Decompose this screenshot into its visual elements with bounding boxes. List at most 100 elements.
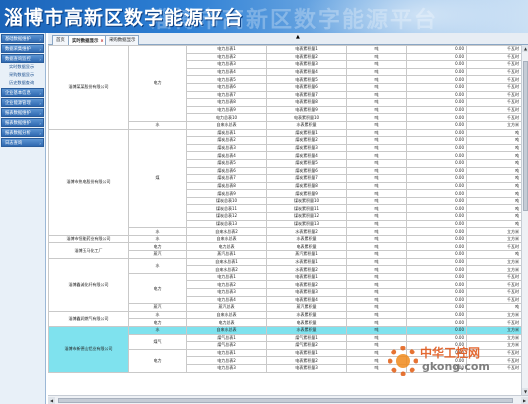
value-cell: 0.00 <box>406 158 467 168</box>
unit-cell: 吨 <box>466 212 521 221</box>
value-cell: 0.00 <box>406 67 467 77</box>
tab-home[interactable]: 首页 <box>52 35 69 45</box>
sidebar-item[interactable]: 企业能源管理 › <box>1 98 44 107</box>
unit-cell: 千瓦时 <box>466 318 521 327</box>
meter-item-cell: 煤炭累积量3 <box>266 143 347 153</box>
chevron-right-icon: › <box>39 37 41 42</box>
value-cell: 0.00 <box>406 136 467 145</box>
value-cell: 0.00 <box>406 265 467 274</box>
measure-unit-cell: 吨 <box>346 128 407 138</box>
sidebar-item[interactable]: 报表数据分析 › <box>1 128 44 137</box>
meter-name-cell: 煤炭总表12 <box>186 212 267 221</box>
chevron-right-icon: › <box>39 91 41 96</box>
meter-item-cell: 电表累积量2 <box>266 280 347 289</box>
unit-cell: 立方米 <box>466 120 521 130</box>
meter-item-cell: 电表累积量9 <box>266 105 347 115</box>
measure-unit-cell: 吨 <box>346 60 407 69</box>
measure-unit-cell: 吨 <box>346 181 407 191</box>
measure-unit-cell: 吨 <box>346 113 407 122</box>
meter-item-cell: 水表累积量 <box>266 120 347 130</box>
meter-item-cell: 电表累积量3 <box>266 60 347 69</box>
table-row[interactable]: 淄博鑫润燃气有限公司水自来水总表 水表累积量吨 0.00 立方米 <box>48 310 521 327</box>
watermark-cn-text: 中华工控网 <box>420 346 481 360</box>
meter-item-cell: 电表累积量 <box>266 242 347 252</box>
table-row[interactable]: 淄博鑫诚化纤有限公司水自来水总表1 水表累积量1 吨 0.00 立方米 <box>48 257 521 312</box>
scroll-right-arrow-icon[interactable]: ▶ <box>521 397 528 404</box>
sidebar-item[interactable]: 日志查询 › <box>1 138 44 147</box>
meter-item-cell: 电表累积量8 <box>266 98 347 107</box>
energy-type-cell: 电力 <box>128 242 187 252</box>
sidebar-subitem[interactable]: 采购数据显示 <box>2 71 43 79</box>
measure-unit-cell: 吨 <box>346 174 407 183</box>
sidebar-item[interactable]: 基础数据维护 › <box>1 34 44 43</box>
sidebar-subitem[interactable]: 实时数据显示 <box>2 63 43 71</box>
sidebar-item[interactable]: 报表数据维护 › <box>1 118 44 127</box>
sidebar-item-label: 日志查询 <box>5 141 23 146</box>
measure-unit-cell: 吨 <box>346 265 407 274</box>
unit-cell: 吨 <box>466 158 521 168</box>
value-cell: 0.00 <box>406 333 467 343</box>
meter-item-cell: 蒸汽累积量1 <box>266 250 347 259</box>
sidebar-item-label: 数据查询监控 <box>5 57 31 62</box>
measure-unit-cell: 吨 <box>346 280 407 289</box>
sidebar-item[interactable]: 报表数据维护 › <box>1 108 44 117</box>
table-row[interactable]: 淄博市恒能药业有限公司水自来水总表 水表累积量吨 0.00 立方米 <box>48 234 521 244</box>
sidebar-subitem[interactable]: 历史数据查询 <box>2 79 43 87</box>
table-row[interactable]: 淄博玉马化工厂 电力 电力总表 电表累积量吨 0.00 千瓦时 <box>48 242 521 259</box>
unit-cell: 吨 <box>466 181 521 191</box>
measure-unit-cell: 吨 <box>346 227 407 236</box>
value-cell: 0.00 <box>406 82 467 92</box>
company-cell: 淄博鑫润燃气有限公司 <box>48 310 129 327</box>
energy-type-cell: 煤气 <box>128 333 187 350</box>
vertical-scroll-thumb[interactable] <box>523 61 528 211</box>
unit-cell: 吨 <box>466 189 521 198</box>
measure-unit-cell: 吨 <box>346 90 407 100</box>
close-icon[interactable]: × <box>100 38 103 43</box>
table-row[interactable]: 淄博某某股份有限公司 电力 电力总表1 电表累积量1 吨 0.00 千瓦时 <box>48 45 521 130</box>
meter-name-cell: 煤炭总表7 <box>186 174 267 183</box>
company-cell: 淄博某某股份有限公司 <box>48 45 129 130</box>
measure-unit-cell: 吨 <box>346 234 407 244</box>
table-row[interactable]: 淄博市新德山铝业有限公司水自来水总表 水表累积量吨 0.00 立方米 <box>48 325 521 373</box>
measure-unit-cell: 吨 <box>346 143 407 153</box>
sidebar-item[interactable]: 数据采集维护 › <box>1 44 44 53</box>
sidebar-item-label: 报表数据维护 <box>5 121 31 126</box>
app-title: 淄博市高新区数字能源平台 <box>4 7 245 29</box>
scroll-up-arrow-icon[interactable]: ▲ <box>522 45 528 52</box>
meter-item-cell: 煤气累积量2 <box>266 341 347 350</box>
sidebar-item[interactable]: 企业基本信息 › <box>1 88 44 97</box>
chevron-right-icon: › <box>39 141 41 146</box>
measure-unit-cell: 吨 <box>346 67 407 77</box>
company-cell: 淄博鑫诚化纤有限公司 <box>48 257 129 312</box>
gkong-watermark: 中华工控网 gkong.com <box>388 344 518 384</box>
measure-unit-cell: 吨 <box>346 45 407 54</box>
meter-name-cell: 电力总表5 <box>186 75 267 84</box>
value-cell: 0.00 <box>406 105 467 115</box>
meter-name-cell: 电力总表8 <box>186 98 267 107</box>
chevron-right-icon: › <box>39 111 41 116</box>
meter-item-cell: 煤炭累积量1 <box>266 128 347 138</box>
meter-name-cell: 自来水总表 <box>186 310 267 320</box>
horizontal-scroll-thumb[interactable] <box>58 398 513 403</box>
data-grid: 淄博某某股份有限公司 电力 电力总表1 电表累积量1 吨 0.00 千瓦时 电力总表2 电表累积… <box>48 45 521 395</box>
value-cell: 0.00 <box>406 45 467 54</box>
sidebar-item-label: 报表数据维护 <box>5 111 31 116</box>
meter-name-cell: 电力总表3 <box>186 288 267 297</box>
meter-name-cell: 电力总表7 <box>186 90 267 100</box>
vertical-scrollbar[interactable]: ▲ ▼ <box>521 45 528 395</box>
table-row[interactable]: 淄博市热电股份有限公司煤煤炭总表1 煤炭累积量1 吨 0.00 吨 <box>48 128 521 236</box>
tab-purchase-data[interactable]: 采购数据显示 <box>105 35 140 45</box>
value-cell: 0.00 <box>406 189 467 198</box>
meter-name-cell: 煤炭总表3 <box>186 143 267 153</box>
horizontal-scrollbar[interactable]: ◀ ▶ <box>48 395 528 404</box>
meter-name-cell: 电力总表10 <box>186 113 267 122</box>
energy-type-cell: 水 <box>128 227 187 236</box>
unit-cell: 立方米 <box>466 257 521 267</box>
meter-name-cell: 电力总表1 <box>186 272 267 282</box>
sidebar-item[interactable]: 数据查询监控 › <box>1 54 44 63</box>
scroll-left-arrow-icon[interactable]: ◀ <box>48 397 55 404</box>
scroll-down-arrow-icon[interactable]: ▼ <box>522 388 528 395</box>
meter-item-cell: 水表累积量2 <box>266 227 347 236</box>
meter-item-cell: 煤炭累积量12 <box>266 212 347 221</box>
unit-cell: 千瓦时 <box>466 67 521 77</box>
